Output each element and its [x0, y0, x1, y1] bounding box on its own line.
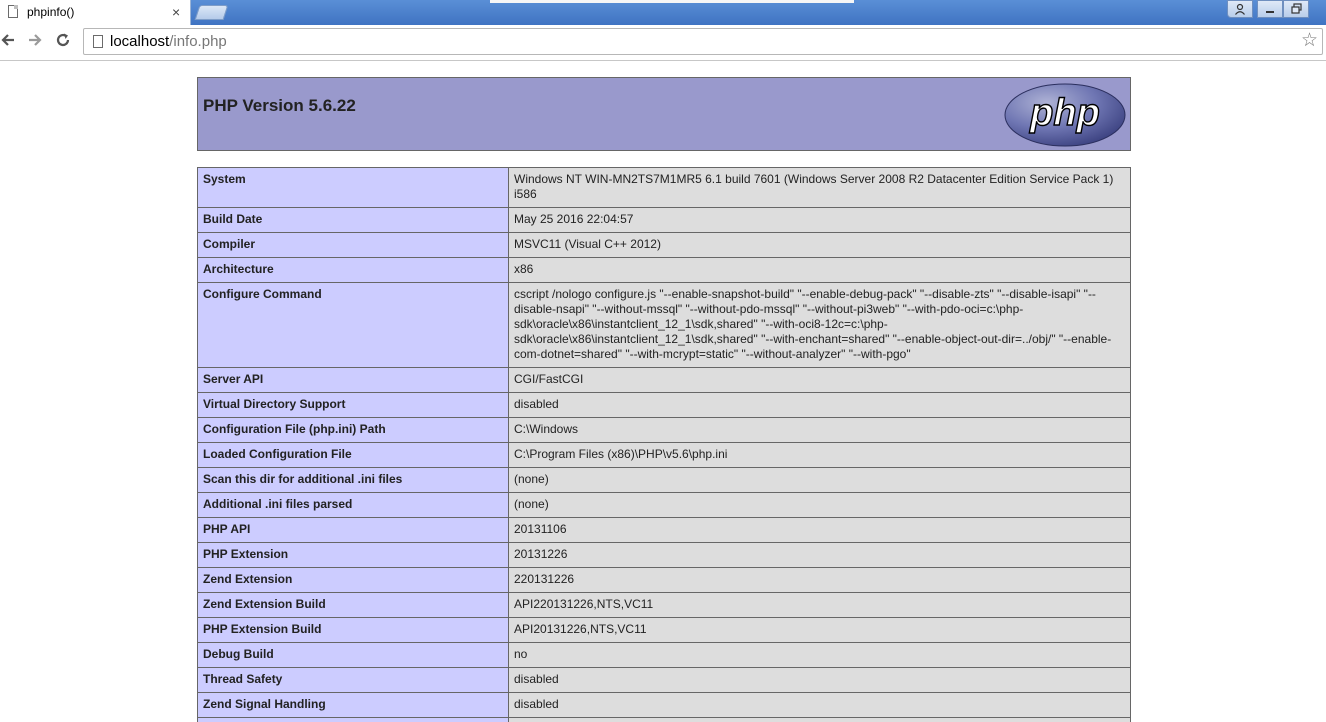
info-table: System Windows NT WIN-MN2TS7M1MR5 6.1 bui… [197, 167, 1131, 722]
row-label: Architecture [197, 257, 509, 283]
row-label: Additional .ini files parsed [197, 492, 509, 518]
table-row: Virtual Directory Support disabled [197, 392, 1131, 418]
table-row: PHP Extension Build API20131226,NTS,VC11 [197, 617, 1131, 643]
row-value: 220131226 [508, 567, 1131, 593]
row-label: PHP Extension Build [197, 617, 509, 643]
row-label: System [197, 167, 509, 208]
table-row: Architecture x86 [197, 257, 1131, 283]
page-icon [8, 5, 18, 18]
table-row: Zend Memory Managerenabled [197, 717, 1131, 722]
row-label: Server API [197, 367, 509, 393]
row-label: PHP Extension [197, 542, 509, 568]
row-value: C:\Program Files (x86)\PHP\v5.6\php.ini [508, 442, 1131, 468]
row-label: Configure Command [197, 282, 509, 368]
row-label: Zend Extension Build [197, 592, 509, 618]
php-logo: php [1004, 83, 1126, 147]
row-value: enabled [508, 717, 1131, 722]
reload-icon[interactable] [55, 31, 71, 53]
table-row: Scan this dir for additional .ini files(… [197, 467, 1131, 493]
tab-strip: phpinfo() × [0, 0, 1326, 25]
forward-icon[interactable] [27, 31, 43, 53]
browser-toolbar: localhost/info.php ☆ [0, 25, 1326, 61]
row-label: Configuration File (php.ini) Path [197, 417, 509, 443]
row-value: (none) [508, 492, 1131, 518]
url-text[interactable]: localhost/info.php [110, 33, 227, 50]
new-tab-button[interactable] [194, 5, 229, 20]
url-path: /info.php [169, 33, 227, 50]
tab-title: phpinfo() [27, 5, 75, 19]
row-label: Virtual Directory Support [197, 392, 509, 418]
row-value: disabled [508, 667, 1131, 693]
table-row: Loaded Configuration File C:\Program File… [197, 442, 1131, 468]
row-label: PHP API [197, 517, 509, 543]
tab-phpinfo[interactable]: phpinfo() × [0, 0, 191, 25]
row-value: cscript /nologo configure.js "--enable-s… [508, 282, 1131, 368]
table-row: Additional .ini files parsed (none) [197, 492, 1131, 518]
restore-button[interactable] [1283, 0, 1309, 18]
row-value: CGI/FastCGI [508, 367, 1131, 393]
table-row: Configure Command cscript /nologo configu… [197, 282, 1131, 368]
table-row: System Windows NT WIN-MN2TS7M1MR5 6.1 bui… [197, 167, 1131, 208]
page-content: PHP Version 5.6.22 php System Windows NT … [0, 61, 1326, 722]
table-row: Thread Safety disabled [197, 667, 1131, 693]
page-title: PHP Version 5.6.22 [203, 96, 356, 115]
row-value: Windows NT WIN-MN2TS7M1MR5 6.1 build 760… [508, 167, 1131, 208]
row-label: Compiler [197, 232, 509, 258]
php-header: PHP Version 5.6.22 php [197, 77, 1131, 151]
url-host: localhost [110, 33, 170, 50]
table-row: PHP API 20131106 [197, 517, 1131, 543]
row-value: x86 [508, 257, 1131, 283]
row-value: no [508, 642, 1131, 668]
row-label: Build Date [197, 207, 509, 233]
row-label: Loaded Configuration File [197, 442, 509, 468]
table-row: Zend Signal Handling disabled [197, 692, 1131, 718]
row-value: disabled [508, 692, 1131, 718]
row-value: May 25 2016 22:04:57 [508, 207, 1131, 233]
table-row: Server API CGI/FastCGI [197, 367, 1131, 393]
table-row: Zend Extension Build API220131226,NTS,VC1… [197, 592, 1131, 618]
table-row: Zend Extension 220131226 [197, 567, 1131, 593]
table-row: Configuration File (php.ini) Path C:\Wind… [197, 417, 1131, 443]
table-row: PHP Extension 20131226 [197, 542, 1131, 568]
back-icon[interactable] [0, 31, 16, 53]
row-value: API20131226,NTS,VC11 [508, 617, 1131, 643]
close-icon[interactable]: × [172, 4, 180, 20]
minimize-button[interactable] [1257, 0, 1283, 18]
title-bar-gap [490, 0, 854, 3]
row-value: API220131226,NTS,VC11 [508, 592, 1131, 618]
page-icon [93, 35, 103, 48]
row-label: Scan this dir for additional .ini files [197, 467, 509, 493]
table-row: Compiler MSVC11 (Visual C++ 2012) [197, 232, 1131, 258]
address-bar[interactable]: localhost/info.php ☆ [83, 28, 1323, 55]
table-row: Debug Build no [197, 642, 1131, 668]
php-logo-text: php [1029, 92, 1100, 134]
row-label: Debug Build [197, 642, 509, 668]
row-value: 20131226 [508, 542, 1131, 568]
user-icon[interactable] [1227, 0, 1253, 18]
row-label: Zend Extension [197, 567, 509, 593]
row-value: 20131106 [508, 517, 1131, 543]
row-label: Zend Signal Handling [197, 692, 509, 718]
row-label: Thread Safety [197, 667, 509, 693]
table-row: Build Date May 25 2016 22:04:57 [197, 207, 1131, 233]
row-value: disabled [508, 392, 1131, 418]
row-value: C:\Windows [508, 417, 1131, 443]
row-label: Zend Memory Manager [197, 717, 509, 722]
row-value: MSVC11 (Visual C++ 2012) [508, 232, 1131, 258]
bookmark-star-icon[interactable]: ☆ [1301, 30, 1318, 52]
row-value: (none) [508, 467, 1131, 493]
